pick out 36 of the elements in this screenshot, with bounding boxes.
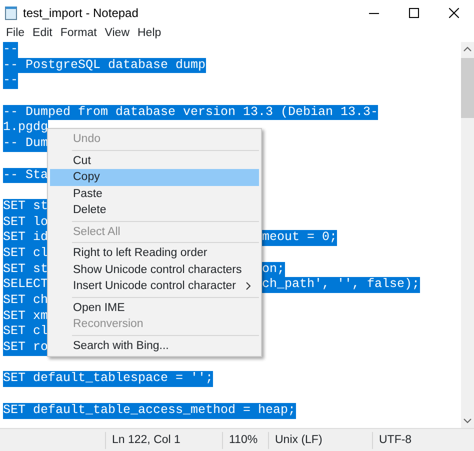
status-text: Ln 122, Col 1 bbox=[105, 432, 222, 448]
status-text: 110% bbox=[222, 432, 268, 448]
menu-item-label: Search with Bing... bbox=[73, 338, 169, 354]
notepad-icon bbox=[5, 6, 17, 20]
scroll-thumb[interactable] bbox=[461, 58, 474, 118]
menu-item[interactable]: Edit bbox=[28, 25, 56, 43]
menu-item[interactable]: Delete bbox=[50, 202, 259, 218]
window-title: test_import - Notepad bbox=[23, 5, 138, 22]
menu-item-label: Undo bbox=[73, 132, 100, 147]
menu-item[interactable]: Open IME bbox=[50, 300, 259, 316]
menu-item-label: Cut bbox=[73, 154, 91, 168]
menu-item[interactable]: Copy bbox=[50, 169, 259, 186]
maximize-icon bbox=[409, 8, 419, 18]
menu-item-label: Paste bbox=[73, 186, 102, 202]
scrollbar[interactable] bbox=[461, 42, 474, 428]
menu-item[interactable]: Paste bbox=[50, 186, 259, 202]
menu-item-label: Copy bbox=[73, 170, 100, 185]
menu-item[interactable]: Show Unicode control characters bbox=[50, 262, 259, 278]
menu-item[interactable]: Insert Unicode control character bbox=[50, 278, 259, 294]
menu-item-label: Right to left Reading order bbox=[73, 246, 208, 261]
menu-item-label: Select All bbox=[73, 224, 120, 240]
menu-item[interactable]: Format bbox=[56, 25, 101, 43]
menu-item-label: Delete bbox=[73, 203, 106, 218]
menu-item-label: Reconversion bbox=[73, 317, 144, 332]
menu-item-label: Insert Unicode control character bbox=[73, 279, 236, 294]
menu-item[interactable]: Right to left Reading order bbox=[50, 245, 259, 262]
menu-item-label: Show Unicode control characters bbox=[73, 262, 242, 278]
menu-item[interactable]: Cut bbox=[50, 152, 259, 169]
close-icon bbox=[449, 8, 459, 18]
menu-item[interactable]: File bbox=[2, 25, 29, 43]
menu-item[interactable]: Help bbox=[134, 25, 166, 43]
menu-item[interactable]: View bbox=[100, 25, 134, 43]
status-text: UTF-8 bbox=[372, 432, 474, 448]
menu-item[interactable]: Search with Bing... bbox=[50, 338, 259, 354]
status-text: Unix (LF) bbox=[268, 432, 372, 448]
menu-item-label: Open IME bbox=[73, 300, 125, 316]
